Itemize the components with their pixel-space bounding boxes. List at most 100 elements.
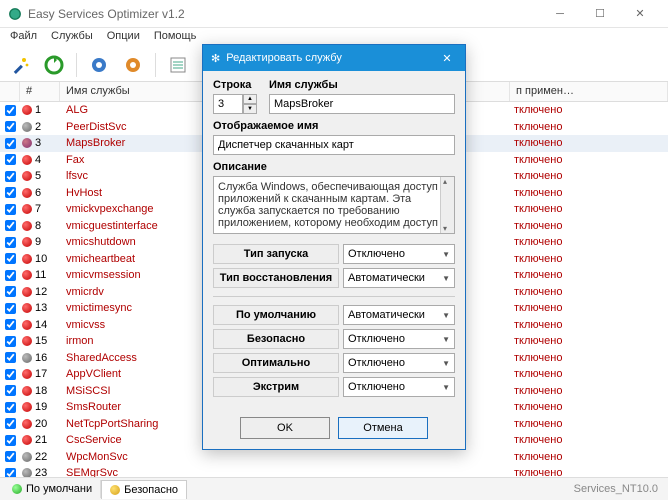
row-checkbox[interactable] [5,369,16,380]
chevron-down-icon: ▼ [442,250,450,259]
minimize-button[interactable]: ─ [540,0,580,28]
startup-label: Тип запуска [213,244,339,264]
window-title: Easy Services Optimizer v1.2 [28,7,540,21]
status-dot-icon [22,122,32,132]
status-dot-icon [22,287,32,297]
row-checkbox[interactable] [5,138,16,149]
row-checkbox[interactable] [5,253,16,264]
tab-default[interactable]: По умолчани [4,480,101,498]
row-checkbox[interactable] [5,187,16,198]
default-combo[interactable]: Автоматически▼ [343,305,455,325]
row-checkbox[interactable] [5,237,16,248]
row-state: тключено [510,401,668,413]
safe-combo[interactable]: Отключено▼ [343,329,455,349]
row-number: 19 [35,401,47,413]
gear-orange-button[interactable] [119,51,147,79]
row-checkbox[interactable] [5,319,16,330]
status-dot-icon [22,138,32,148]
status-dot-icon [22,452,32,462]
ok-button[interactable]: OK [240,417,330,439]
gear-blue-button[interactable] [85,51,113,79]
status-dot-icon [22,204,32,214]
display-input[interactable] [213,135,455,155]
status-dot-icon [22,221,32,231]
spin-up-icon[interactable]: ▲ [243,94,257,104]
dialog-close-icon[interactable]: ✕ [437,52,457,65]
startup-combo[interactable]: Отключено▼ [343,244,455,264]
row-checkbox[interactable] [5,154,16,165]
row-checkbox[interactable] [5,385,16,396]
row-state: тключено [510,137,668,149]
dialog-titlebar[interactable]: ✻ Редактировать службу ✕ [203,45,465,71]
display-label: Отображаемое имя [213,120,455,132]
row-number: 11 [35,269,46,281]
row-number: 1 [35,104,41,116]
line-spinner[interactable]: ▲▼ [213,94,261,114]
extreme-combo[interactable]: Отключено▼ [343,377,455,397]
row-checkbox[interactable] [5,220,16,231]
svcname-label: Имя службы [269,79,455,91]
default-label: По умолчанию [213,305,339,325]
menu-options[interactable]: Опции [107,30,140,46]
desc-textarea[interactable]: Служба Windows, обеспечивающая доступ пр… [213,176,455,234]
col-state[interactable]: п примен… [510,82,668,101]
status-dot-icon [22,188,32,198]
row-number: 8 [35,220,41,232]
row-state: тключено [510,418,668,430]
cancel-button[interactable]: Отмена [338,417,428,439]
gear-icon: ✻ [211,52,220,65]
close-button[interactable]: ✕ [620,0,660,28]
row-number: 10 [35,253,47,265]
optimal-combo[interactable]: Отключено▼ [343,353,455,373]
row-checkbox[interactable] [5,105,16,116]
line-input[interactable] [213,94,243,114]
status-dot-icon [22,171,32,181]
row-checkbox[interactable] [5,286,16,297]
row-checkbox[interactable] [5,402,16,413]
col-number[interactable]: # [20,82,60,101]
row-state: тключено [510,121,668,133]
row-state: тключено [510,319,668,331]
row-checkbox[interactable] [5,451,16,462]
extreme-label: Экстрим [213,377,339,397]
table-row[interactable]: 22WpcMonSvcтключено [0,449,668,466]
row-checkbox[interactable] [5,270,16,281]
menu-file[interactable]: Файл [10,30,37,46]
spin-down-icon[interactable]: ▼ [243,104,257,114]
row-state: тключено [510,434,668,446]
menu-services[interactable]: Службы [51,30,93,46]
row-checkbox[interactable] [5,171,16,182]
row-checkbox[interactable] [5,336,16,347]
row-state: тключено [510,170,668,182]
maximize-button[interactable]: ☐ [580,0,620,28]
refresh-button[interactable] [40,51,68,79]
menu-help[interactable]: Помощь [154,30,197,46]
row-state: тключено [510,203,668,215]
dialog-title: Редактировать службу [226,52,342,64]
row-checkbox[interactable] [5,352,16,363]
chevron-down-icon: ▼ [442,274,450,283]
row-checkbox[interactable] [5,418,16,429]
restore-combo[interactable]: Автоматически▼ [343,268,455,288]
scrollbar[interactable] [440,177,454,233]
chevron-down-icon: ▼ [442,383,450,392]
status-dot-icon [22,353,32,363]
optimal-label: Оптимально [213,353,339,373]
status-dot-icon [22,320,32,330]
row-number: 22 [35,451,47,463]
svcname-input[interactable] [269,94,455,114]
row-checkbox[interactable] [5,303,16,314]
row-number: 4 [35,154,41,166]
row-checkbox[interactable] [5,121,16,132]
chevron-down-icon: ▼ [442,311,450,320]
wand-button[interactable] [6,51,34,79]
list-button[interactable] [164,51,192,79]
tab-safe[interactable]: Безопасно [101,480,187,499]
row-checkbox[interactable] [5,435,16,446]
row-state: тключено [510,154,668,166]
row-checkbox[interactable] [5,204,16,215]
status-dot-icon [22,105,32,115]
row-number: 15 [35,335,47,347]
row-state: тключено [510,451,668,463]
row-number: 6 [35,187,41,199]
